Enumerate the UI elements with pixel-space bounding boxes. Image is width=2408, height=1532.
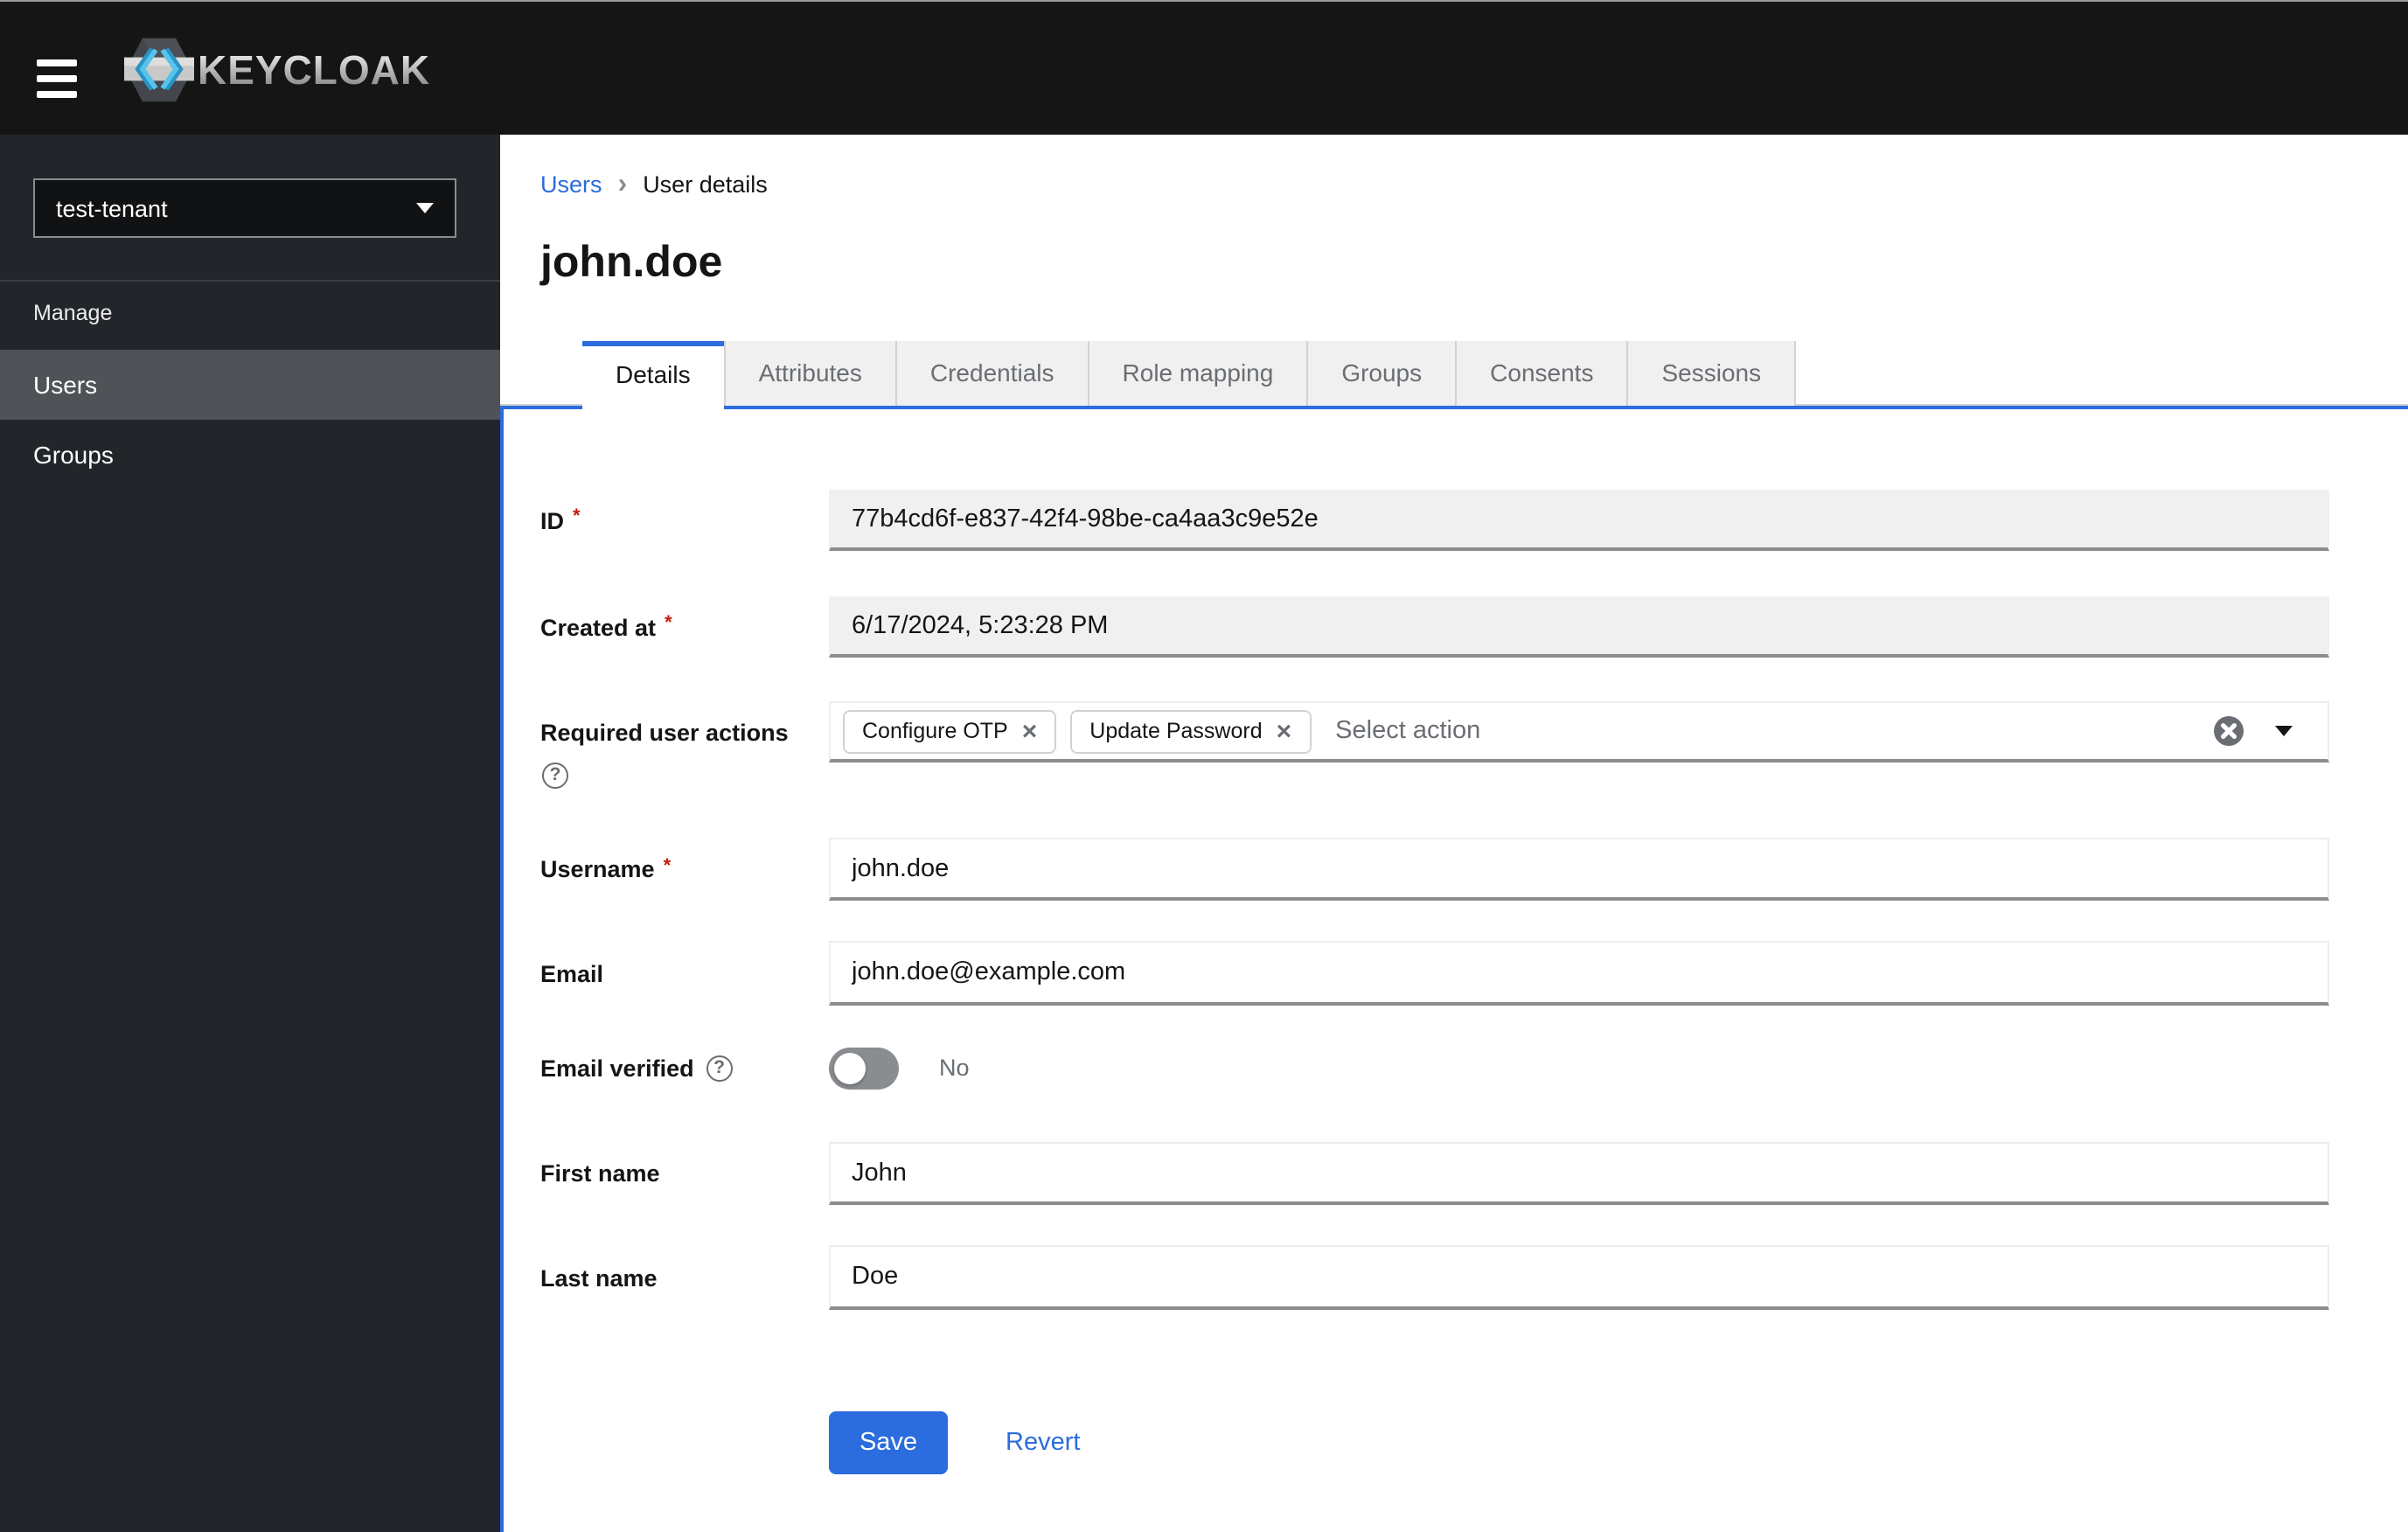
nav-section-manage: Manage <box>33 301 113 325</box>
form-row-created-at: Created at * <box>500 596 2408 658</box>
required-asterisk: * <box>665 613 672 634</box>
email-verified-toggle[interactable] <box>829 1048 899 1090</box>
sidebar-item-groups[interactable]: Groups <box>0 420 500 490</box>
clear-selection-icon[interactable] <box>2214 716 2244 746</box>
help-icon[interactable]: ? <box>542 763 568 789</box>
realm-selector[interactable]: test-tenant <box>33 178 456 238</box>
close-icon[interactable]: × <box>1277 718 1292 744</box>
field-label-required-user-actions: Required user actions <box>540 719 789 745</box>
form-row-required-user-actions: Required user actions ? Configure OTP × … <box>500 701 2408 789</box>
keycloak-logo-icon <box>124 38 194 102</box>
field-label-email-verified: Email verified ? <box>540 1055 733 1082</box>
form-row-username: Username * <box>500 838 2408 901</box>
field-label-first-name: First name <box>540 1160 660 1187</box>
sidebar: test-tenant Manage Users Groups <box>0 135 500 1532</box>
field-label-created-at: Created at * <box>540 613 672 640</box>
tab-sessions[interactable]: Sessions <box>1626 341 1797 406</box>
sidebar-nav: Users Groups <box>0 350 500 490</box>
chip-configure-otp: Configure OTP × <box>843 709 1057 753</box>
revert-link[interactable]: Revert <box>1006 1411 1080 1474</box>
form-actions: Save Revert <box>500 1411 2408 1474</box>
required-user-actions-multiselect[interactable]: Configure OTP × Update Password × Select… <box>829 701 2329 763</box>
toggle-knob <box>834 1053 866 1084</box>
hamburger-icon <box>37 59 77 66</box>
multiselect-placeholder: Select action <box>1335 717 1481 745</box>
email-verified-state: No <box>939 1055 970 1081</box>
help-icon[interactable]: ? <box>706 1055 733 1082</box>
form-row-id: ID * <box>500 490 2408 551</box>
chevron-down-icon <box>416 203 434 213</box>
last-name-input[interactable] <box>829 1245 2329 1310</box>
required-asterisk: * <box>663 855 672 876</box>
tab-attributes[interactable]: Attributes <box>723 341 895 406</box>
id-input <box>829 490 2329 551</box>
created-at-input <box>829 596 2329 658</box>
field-label-id: ID * <box>540 506 581 533</box>
username-input[interactable] <box>829 838 2329 901</box>
tab-consents[interactable]: Consents <box>1455 341 1627 406</box>
form-row-last-name: Last name <box>500 1245 2408 1310</box>
tabs: Details Attributes Credentials Role mapp… <box>582 341 1797 409</box>
tab-credentials[interactable]: Credentials <box>894 341 1088 406</box>
chip-update-password: Update Password × <box>1070 709 1312 753</box>
save-button[interactable]: Save <box>829 1411 948 1474</box>
chevron-down-icon[interactable] <box>2275 726 2293 736</box>
keycloak-logo: KEYCLOAK <box>124 35 430 105</box>
realm-selector-value: test-tenant <box>56 195 168 221</box>
form-row-first-name: First name <box>500 1142 2408 1205</box>
field-label-last-name: Last name <box>540 1264 658 1291</box>
field-label-username: Username * <box>540 855 672 882</box>
sidebar-item-users[interactable]: Users <box>0 350 500 420</box>
form-row-email: Email <box>500 941 2408 1006</box>
keycloak-admin-console: KEYCLOAK test-tenant Manage Users Groups… <box>0 0 2408 1532</box>
tab-details[interactable]: Details <box>582 341 724 409</box>
sidebar-item-label: Groups <box>33 441 114 469</box>
form-row-email-verified: Email verified ? No <box>500 1048 2408 1090</box>
menu-toggle-button[interactable] <box>37 59 77 98</box>
required-asterisk: * <box>573 506 581 527</box>
close-icon[interactable]: × <box>1022 718 1038 744</box>
brand-text: KEYCLOAK <box>198 46 431 92</box>
main-content: Users › User details john.doe Details At… <box>500 135 2408 1532</box>
tab-role-mapping[interactable]: Role mapping <box>1087 341 1307 406</box>
first-name-input[interactable] <box>829 1142 2329 1205</box>
field-label-email: Email <box>540 960 604 986</box>
sidebar-item-label: Users <box>33 371 98 399</box>
tab-groups[interactable]: Groups <box>1306 341 1456 406</box>
topbar: KEYCLOAK <box>0 0 2408 135</box>
sidebar-divider <box>0 280 500 282</box>
email-input[interactable] <box>829 941 2329 1006</box>
tab-content-left-border <box>500 406 504 1532</box>
